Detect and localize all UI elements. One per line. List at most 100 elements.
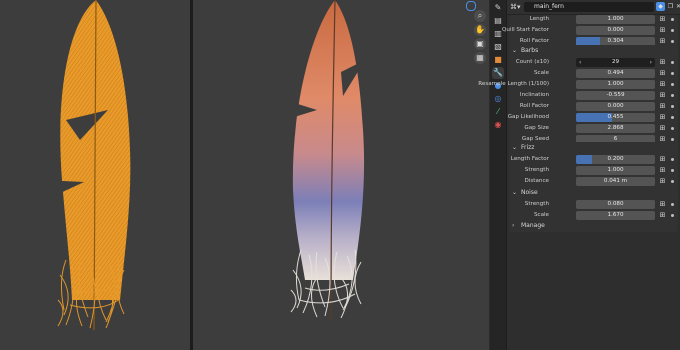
keyframe-icon[interactable]: ⊞ xyxy=(658,102,667,111)
property-value-field[interactable]: 0.200 xyxy=(576,155,655,164)
panel-barbs[interactable]: ⌄ Barbs xyxy=(509,45,678,56)
keyframe-icon[interactable]: ⊞ xyxy=(658,155,667,164)
grid-view-icon[interactable]: ▦ xyxy=(474,52,486,64)
keyframe-icon[interactable]: ⊞ xyxy=(658,200,667,209)
barbs-row: Gap Size 2.868 ⊞ xyxy=(507,123,680,134)
animate-dot-icon[interactable] xyxy=(671,94,674,97)
property-value: 0.200 xyxy=(607,156,624,162)
property-value: 0.000 xyxy=(607,103,624,109)
panel-manage[interactable]: › Manage xyxy=(509,220,678,231)
physics-icon[interactable]: ◎ xyxy=(492,93,504,105)
property-value: 1.000 xyxy=(607,167,624,173)
property-value-field[interactable]: 0.000 xyxy=(576,26,655,35)
keyframe-icon[interactable]: ⊞ xyxy=(658,177,667,186)
property-label: Resample Length (1/100) xyxy=(478,81,549,87)
object-icon[interactable]: ■ xyxy=(492,54,504,66)
property-label: Gap Likelihood xyxy=(507,114,549,120)
increment-icon[interactable]: › xyxy=(650,58,652,67)
chevron-down-icon: ⌄ xyxy=(512,144,518,151)
barbs-row: Inclination -0.559 ⊞ xyxy=(507,90,680,101)
panel-frizz[interactable]: ⌄ Frizz xyxy=(509,142,678,153)
material-icon[interactable]: ◉ xyxy=(492,119,504,131)
property-value: 1.000 xyxy=(607,81,624,87)
property-value-field[interactable]: 1.670 xyxy=(576,211,655,220)
animate-dot-icon[interactable] xyxy=(671,29,674,32)
barbs-row: Scale 0.494 ⊞ xyxy=(507,68,680,79)
frizz-row: Distance 0.041 m ⊞ xyxy=(507,176,680,187)
property-value-field[interactable]: 0.041 m xyxy=(576,177,655,186)
animate-dot-icon[interactable] xyxy=(671,127,674,130)
property-value-field[interactable]: 1.000 xyxy=(576,80,655,89)
count-value: 29 xyxy=(611,59,620,65)
noise-title: Noise xyxy=(521,189,538,196)
animate-dot-icon[interactable] xyxy=(671,116,674,119)
keyframe-icon[interactable]: ⊞ xyxy=(658,15,667,24)
animate-dot-icon[interactable] xyxy=(671,180,674,183)
property-value: 0.080 xyxy=(607,201,624,207)
properties-tab-bar: ✎ ▤ ▥ ▧ ■ 🔧 ● ◎ ⁄ ◉ xyxy=(490,0,507,350)
viewport-right[interactable] xyxy=(193,0,489,350)
navigation-gizmo-icon[interactable] xyxy=(466,1,476,11)
keyframe-icon[interactable]: ⊞ xyxy=(658,124,667,133)
shield-icon[interactable]: ◆ xyxy=(656,2,665,11)
general-row: Length 1.000 ⊞ xyxy=(507,14,680,25)
keyframe-icon[interactable]: ⊞ xyxy=(658,26,667,35)
property-label: Roll Factor xyxy=(519,103,549,109)
property-value-field[interactable]: 2.868 xyxy=(576,124,655,133)
object-name-field[interactable]: main_fern xyxy=(524,2,654,12)
zoom-icon[interactable]: ⌕ xyxy=(474,10,486,22)
pan-hand-icon[interactable]: ✋ xyxy=(474,24,486,36)
view-layer-icon[interactable]: ▧ xyxy=(492,41,504,53)
property-value: 0.041 m xyxy=(603,178,628,184)
property-value-field[interactable]: 0.080 xyxy=(576,200,655,209)
property-value-field[interactable]: 1.000 xyxy=(576,166,655,175)
animate-dot-icon[interactable] xyxy=(671,203,674,206)
property-value: 2.868 xyxy=(607,125,624,131)
keyframe-icon[interactable]: ⊞ xyxy=(658,58,667,67)
property-label: Scale xyxy=(533,70,549,76)
animate-dot-icon[interactable] xyxy=(671,214,674,217)
panel-noise[interactable]: ⌄ Noise xyxy=(509,187,678,198)
viewport-left[interactable] xyxy=(0,0,190,350)
animate-dot-icon[interactable] xyxy=(671,72,674,75)
animate-dot-icon[interactable] xyxy=(671,18,674,21)
general-row: Quill Start Factor 0.000 ⊞ xyxy=(502,25,680,36)
animate-dot-icon[interactable] xyxy=(671,169,674,172)
constraints-icon[interactable]: ⁄ xyxy=(492,106,504,118)
animate-dot-icon[interactable] xyxy=(671,83,674,86)
property-value-field[interactable]: 0.000 xyxy=(576,102,655,111)
property-label: Length Factor xyxy=(510,156,549,162)
keyframe-icon[interactable]: ⊞ xyxy=(658,166,667,175)
property-label: Strength xyxy=(524,167,549,173)
keyframe-icon[interactable]: ⊞ xyxy=(658,211,667,220)
keyframe-icon[interactable]: ⊞ xyxy=(658,91,667,100)
property-label: Quill Start Factor xyxy=(502,27,549,33)
property-label: Distance xyxy=(524,178,549,184)
property-value-field[interactable]: 0.455 xyxy=(576,113,655,122)
property-label: Length xyxy=(529,16,549,22)
count-label: Count (x10) xyxy=(515,59,549,65)
property-value-field[interactable]: 1.000 xyxy=(576,15,655,24)
animate-dot-icon[interactable] xyxy=(671,61,674,64)
property-value-field[interactable]: -0.559 xyxy=(576,91,655,100)
modifier-wrench-icon[interactable]: 🔧 xyxy=(492,67,504,79)
keyframe-icon[interactable]: ⊞ xyxy=(658,69,667,78)
count-field[interactable]: ‹ 29 › xyxy=(576,58,655,67)
animate-dot-icon[interactable] xyxy=(671,158,674,161)
keyframe-icon[interactable]: ⊞ xyxy=(658,80,667,89)
camera-icon[interactable]: ▣ xyxy=(474,38,486,50)
frizz-row: Length Factor 0.200 ⊞ xyxy=(507,154,680,165)
property-value: 1.670 xyxy=(607,212,624,218)
gradient-feather-render xyxy=(285,0,365,321)
property-value: 0.494 xyxy=(607,70,624,76)
barbs-row: Roll Factor 0.000 ⊞ xyxy=(507,101,680,112)
animate-dot-icon[interactable] xyxy=(671,138,674,141)
property-value-field[interactable]: 0.494 xyxy=(576,69,655,78)
animate-dot-icon[interactable] xyxy=(671,40,674,43)
animate-dot-icon[interactable] xyxy=(671,105,674,108)
close-icon[interactable]: ✕ xyxy=(674,2,680,11)
keyframe-icon[interactable]: ⊞ xyxy=(658,113,667,122)
tool-icon[interactable]: ✎ xyxy=(492,2,504,14)
barbs-title: Barbs xyxy=(521,47,539,54)
object-type-icon[interactable]: ⌘▾ xyxy=(510,2,521,12)
